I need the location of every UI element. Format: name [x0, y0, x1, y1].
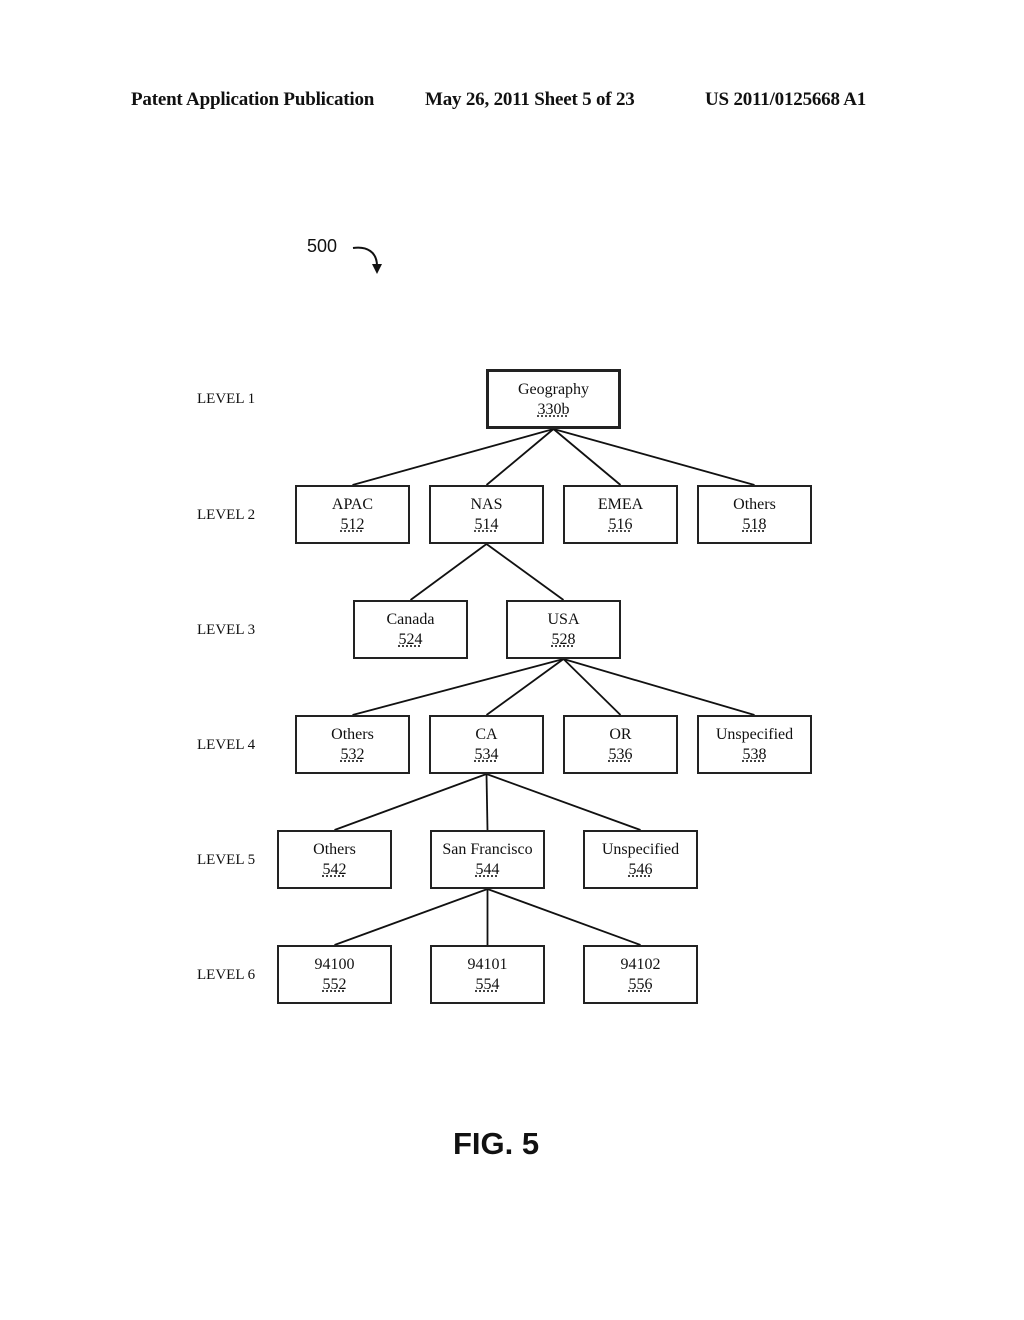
node-label: CA — [475, 726, 498, 743]
node-ca: CA 534 — [429, 715, 544, 774]
node-san-francisco: San Francisco 544 — [430, 830, 545, 889]
node-ref: 518 — [742, 516, 767, 533]
node-label: EMEA — [597, 496, 644, 513]
node-label: 94102 — [620, 956, 661, 973]
node-label: Others — [313, 841, 356, 858]
node-ref: 554 — [475, 976, 500, 993]
node-ref: 514 — [474, 516, 499, 533]
node-geography: Geography 330b — [486, 369, 621, 429]
node-label: OR — [609, 726, 632, 743]
node-apac: APAC 512 — [295, 485, 410, 544]
node-ref: 556 — [628, 976, 653, 993]
edge-geography-apac — [352, 428, 554, 486]
edge-usa-others_l4 — [352, 658, 564, 716]
node-emea: EMEA 516 — [563, 485, 678, 544]
edge-ca-unspecified_l5 — [486, 773, 641, 831]
node-usa: USA 528 — [506, 600, 621, 659]
node-canada: Canada 524 — [353, 600, 468, 659]
node-ref: 544 — [475, 861, 500, 878]
edge-san_francisco-zip_94100 — [334, 888, 488, 946]
node-unspecified-546: Unspecified 546 — [583, 830, 698, 889]
node-label: APAC — [331, 496, 374, 513]
node-ref: 524 — [398, 631, 423, 648]
node-ref: 538 — [742, 746, 767, 763]
node-others-532: Others 532 — [295, 715, 410, 774]
edge-ca-san_francisco — [485, 773, 489, 831]
node-label: Unspecified — [715, 726, 794, 743]
node-label: USA — [547, 611, 580, 628]
node-nas: NAS 514 — [429, 485, 544, 544]
node-label: Geography — [517, 381, 590, 398]
node-label: 94100 — [314, 956, 355, 973]
node-label: Unspecified — [601, 841, 680, 858]
edge-ca-others_l5 — [334, 773, 487, 831]
node-unspecified-538: Unspecified 538 — [697, 715, 812, 774]
node-ref: 542 — [322, 861, 347, 878]
node-ref: 552 — [322, 976, 347, 993]
node-or: OR 536 — [563, 715, 678, 774]
node-label: San Francisco — [442, 841, 533, 858]
node-label: Others — [733, 496, 776, 513]
node-94100: 94100 552 — [277, 945, 392, 1004]
node-ref: 528 — [551, 631, 576, 648]
node-ref: 546 — [628, 861, 653, 878]
tree-edges — [334, 428, 755, 946]
node-94102: 94102 556 — [583, 945, 698, 1004]
node-others-542: Others 542 — [277, 830, 392, 889]
figure-caption: FIG. 5 — [453, 1126, 540, 1161]
node-ref: 330b — [537, 401, 570, 418]
node-ref: 512 — [340, 516, 365, 533]
node-ref: 536 — [608, 746, 633, 763]
node-label: Canada — [386, 611, 435, 628]
node-ref: 516 — [608, 516, 633, 533]
edge-usa-ca — [485, 658, 565, 716]
node-ref: 534 — [474, 746, 499, 763]
node-94101: 94101 554 — [430, 945, 545, 1004]
edge-geography-others_l2 — [553, 428, 755, 486]
node-label: NAS — [470, 496, 503, 513]
edge-nas-usa — [485, 543, 565, 601]
node-label: Others — [331, 726, 374, 743]
node-ref: 532 — [340, 746, 365, 763]
node-label: 94101 — [467, 956, 508, 973]
edge-nas-canada — [409, 543, 488, 601]
node-others-518: Others 518 — [697, 485, 812, 544]
edge-san_francisco-zip_94102 — [487, 888, 641, 946]
